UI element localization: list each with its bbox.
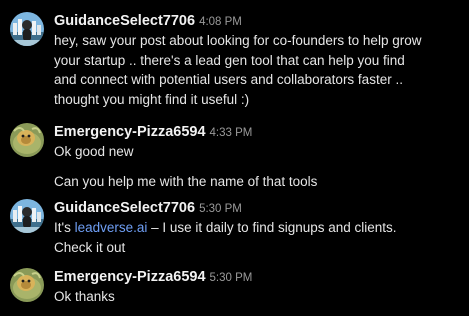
user-avatar-icon[interactable] — [10, 199, 44, 233]
message-line: Ok good new — [54, 144, 134, 159]
message-line: your startup .. there's a lead gen tool … — [54, 52, 405, 68]
timestamp: 5:30 PM — [199, 203, 242, 215]
timestamp: 4:08 PM — [199, 16, 242, 28]
user-avatar-icon[interactable] — [10, 123, 44, 157]
leadverse-link[interactable]: leadverse.ai — [75, 220, 148, 235]
user-avatar-icon[interactable] — [10, 268, 44, 302]
username[interactable]: GuidanceSelect7706 — [54, 200, 195, 216]
message-text: Ok good new — [54, 142, 465, 162]
message-text: It's leadverse.ai – I use it daily to fi… — [54, 218, 465, 257]
username[interactable]: Emergency-Pizza6594 — [54, 124, 206, 140]
message-line: thought you might find it useful :) — [54, 91, 250, 107]
username[interactable]: Emergency-Pizza6594 — [54, 269, 206, 285]
message-text: Can you help me with the name of that to… — [54, 174, 318, 189]
timestamp: 4:33 PM — [209, 127, 253, 139]
message-text: hey, saw your post about looking for co-… — [54, 31, 465, 109]
chat-thread: GuidanceSelect7706 4:08 PM hey, saw your … — [0, 0, 469, 316]
message-line: Ok thanks — [54, 289, 115, 304]
message-line: hey, saw your post about looking for co-… — [54, 33, 422, 48]
message-line: and connect with potential users and col… — [54, 72, 403, 87]
message-suffix: – I use it daily to find signups and cli… — [147, 220, 397, 235]
message-line: Check it out — [54, 239, 126, 255]
user-avatar-icon[interactable] — [10, 12, 44, 46]
message-text: Ok thanks — [54, 287, 465, 307]
timestamp: 5:30 PM — [209, 272, 253, 284]
message-prefix: It's — [54, 220, 75, 235]
username[interactable]: GuidanceSelect7706 — [54, 13, 195, 29]
message-line: It's leadverse.ai – I use it daily to fi… — [54, 218, 465, 238]
